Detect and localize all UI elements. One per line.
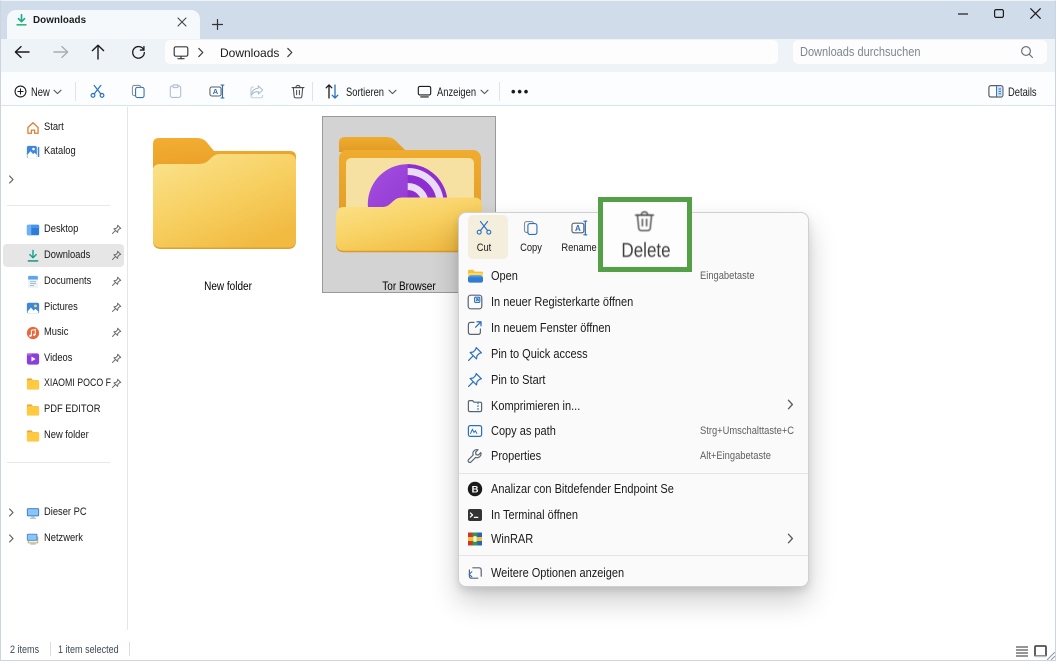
svg-text:A: A xyxy=(575,224,581,233)
svg-text:A: A xyxy=(213,87,219,96)
svg-text:B: B xyxy=(472,484,479,495)
